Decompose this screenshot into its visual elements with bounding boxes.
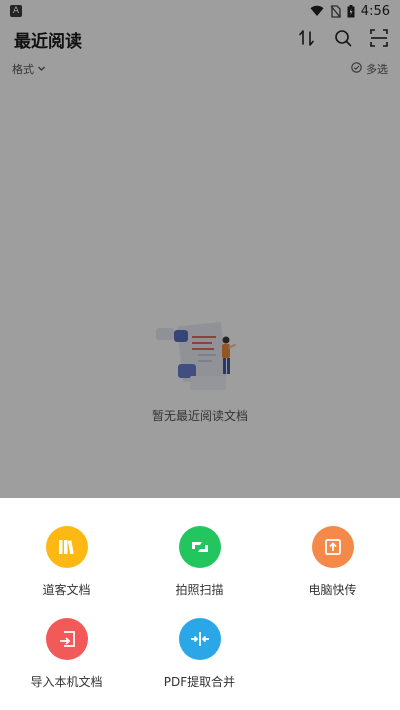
action-label: 道客文档: [42, 583, 91, 597]
action-pdf-merge[interactable]: PDF提取合并: [133, 618, 266, 690]
action-label: 电脑快传: [308, 583, 357, 597]
action-import[interactable]: 导入本机文档: [0, 618, 133, 690]
books-icon: [45, 526, 88, 568]
action-label: 导入本机文档: [30, 675, 103, 689]
scan-icon: [178, 526, 221, 568]
action-docs[interactable]: 道客文档: [0, 526, 133, 598]
action-label: PDF提取合并: [163, 675, 236, 689]
dim-overlay[interactable]: [0, 0, 400, 498]
merge-icon: [178, 618, 221, 660]
upload-icon: [311, 526, 354, 568]
action-pc-transfer[interactable]: 电脑快传: [266, 526, 399, 598]
bottom-sheet: 道客文档 拍照扫描 电脑快传 导入本机文档 PDF提取合并: [0, 498, 400, 710]
action-label: 拍照扫描: [175, 583, 224, 597]
import-icon: [45, 618, 88, 660]
action-scan[interactable]: 拍照扫描: [133, 526, 266, 598]
